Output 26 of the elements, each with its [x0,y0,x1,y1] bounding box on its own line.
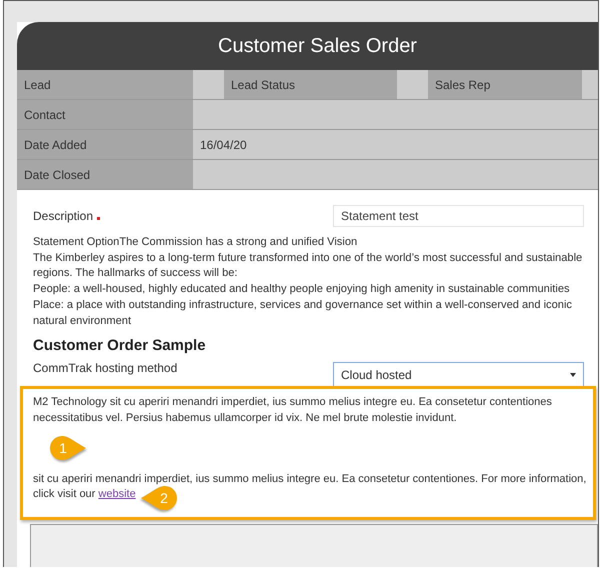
form-title: Customer Sales Order [217,34,417,58]
info-text-line: click visit our website [33,487,136,502]
hosting-label: CommTrak hosting method [33,361,178,376]
value-cell: 16/04/20 [193,130,598,159]
field-label-cell: Date Added [17,130,193,159]
field-label-cell: Date Closed [17,160,193,189]
description-label: Description [33,209,94,223]
statement-text: Statement OptionThe Commission has a strong and unified Vision [33,235,358,250]
field-label-cell: Sales Rep [428,70,582,99]
info-text-line: sit cu aperiri menandri imperdiet, ius summo melius integre eu. Ea consetetur contentiones. For more information, [33,472,586,487]
value-cell [582,70,598,99]
callout-marker: 2 [140,485,178,512]
info-paragraph: M2 Technology sit cu aperiri menandri imperdiet, ius summo melius integre eu. Ea consetetur contentiones necessitatibus vel. Persius habemus ullamcorper id vix. Ne mel brute molestie invidunt. [33,395,553,426]
description-field[interactable]: Statement test [333,205,584,227]
field-label-cell: Lead [17,70,193,99]
callout-marker: 1 [49,435,87,462]
field-label-cell: Lead Status [224,70,397,99]
website-link[interactable]: website [98,488,136,500]
statement-text: Place: a place with outstanding infrastructure, services and governance set within a well-conserved and iconic natural environment [33,298,573,329]
statement-text: The Kimberley aspires to a long-term future transformed into one of the world’s most successful and sustainable regions. The hallmarks of success will be: [33,250,584,282]
value-cell [397,70,428,99]
field-label-cell: Contact [17,100,193,129]
section-heading: Customer Order Sample [33,337,207,354]
caret-icon [570,372,576,377]
value-cell [193,70,224,99]
statement-text: People: a well-housed, highly educated and healthy people enjoying high amenity in sustainable communities [33,282,571,298]
